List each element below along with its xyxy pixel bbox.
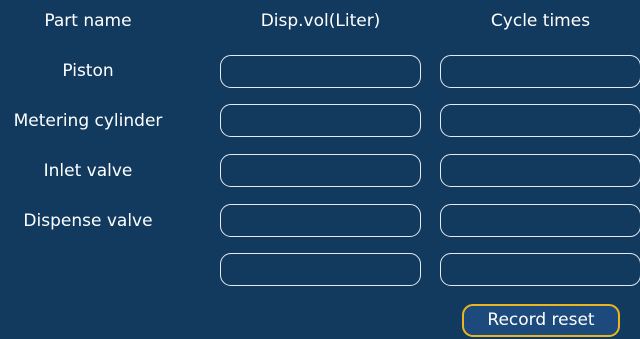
piston-cycle-times-field[interactable]: [440, 55, 640, 88]
disp-vol-header: Disp.vol(Liter): [260, 11, 381, 31]
dispense-valve-disp-vol-field[interactable]: [220, 204, 421, 237]
inlet-valve-cycle-times-field[interactable]: [440, 154, 640, 187]
part-name-header: Part name: [44, 11, 132, 31]
inlet-valve-disp-vol-field[interactable]: [220, 154, 421, 187]
extra-cycle-times-field[interactable]: [440, 253, 640, 286]
piston-disp-vol-field[interactable]: [220, 55, 421, 88]
maintenance-record-panel: Part name Disp.vol(Liter) Cycle times Pi…: [0, 0, 640, 339]
cycle-times-header: Cycle times: [490, 11, 591, 31]
row-label-inlet-valve: Inlet valve: [43, 161, 133, 181]
record-reset-button[interactable]: Record reset: [462, 304, 620, 337]
dispense-valve-cycle-times-field[interactable]: [440, 204, 640, 237]
row-label-piston: Piston: [62, 61, 114, 81]
metering-cylinder-cycle-times-field[interactable]: [440, 104, 640, 137]
metering-cylinder-disp-vol-field[interactable]: [220, 104, 421, 137]
row-label-metering-cylinder: Metering cylinder: [13, 111, 163, 131]
row-label-dispense-valve: Dispense valve: [23, 211, 153, 231]
extra-disp-vol-field[interactable]: [220, 253, 421, 286]
